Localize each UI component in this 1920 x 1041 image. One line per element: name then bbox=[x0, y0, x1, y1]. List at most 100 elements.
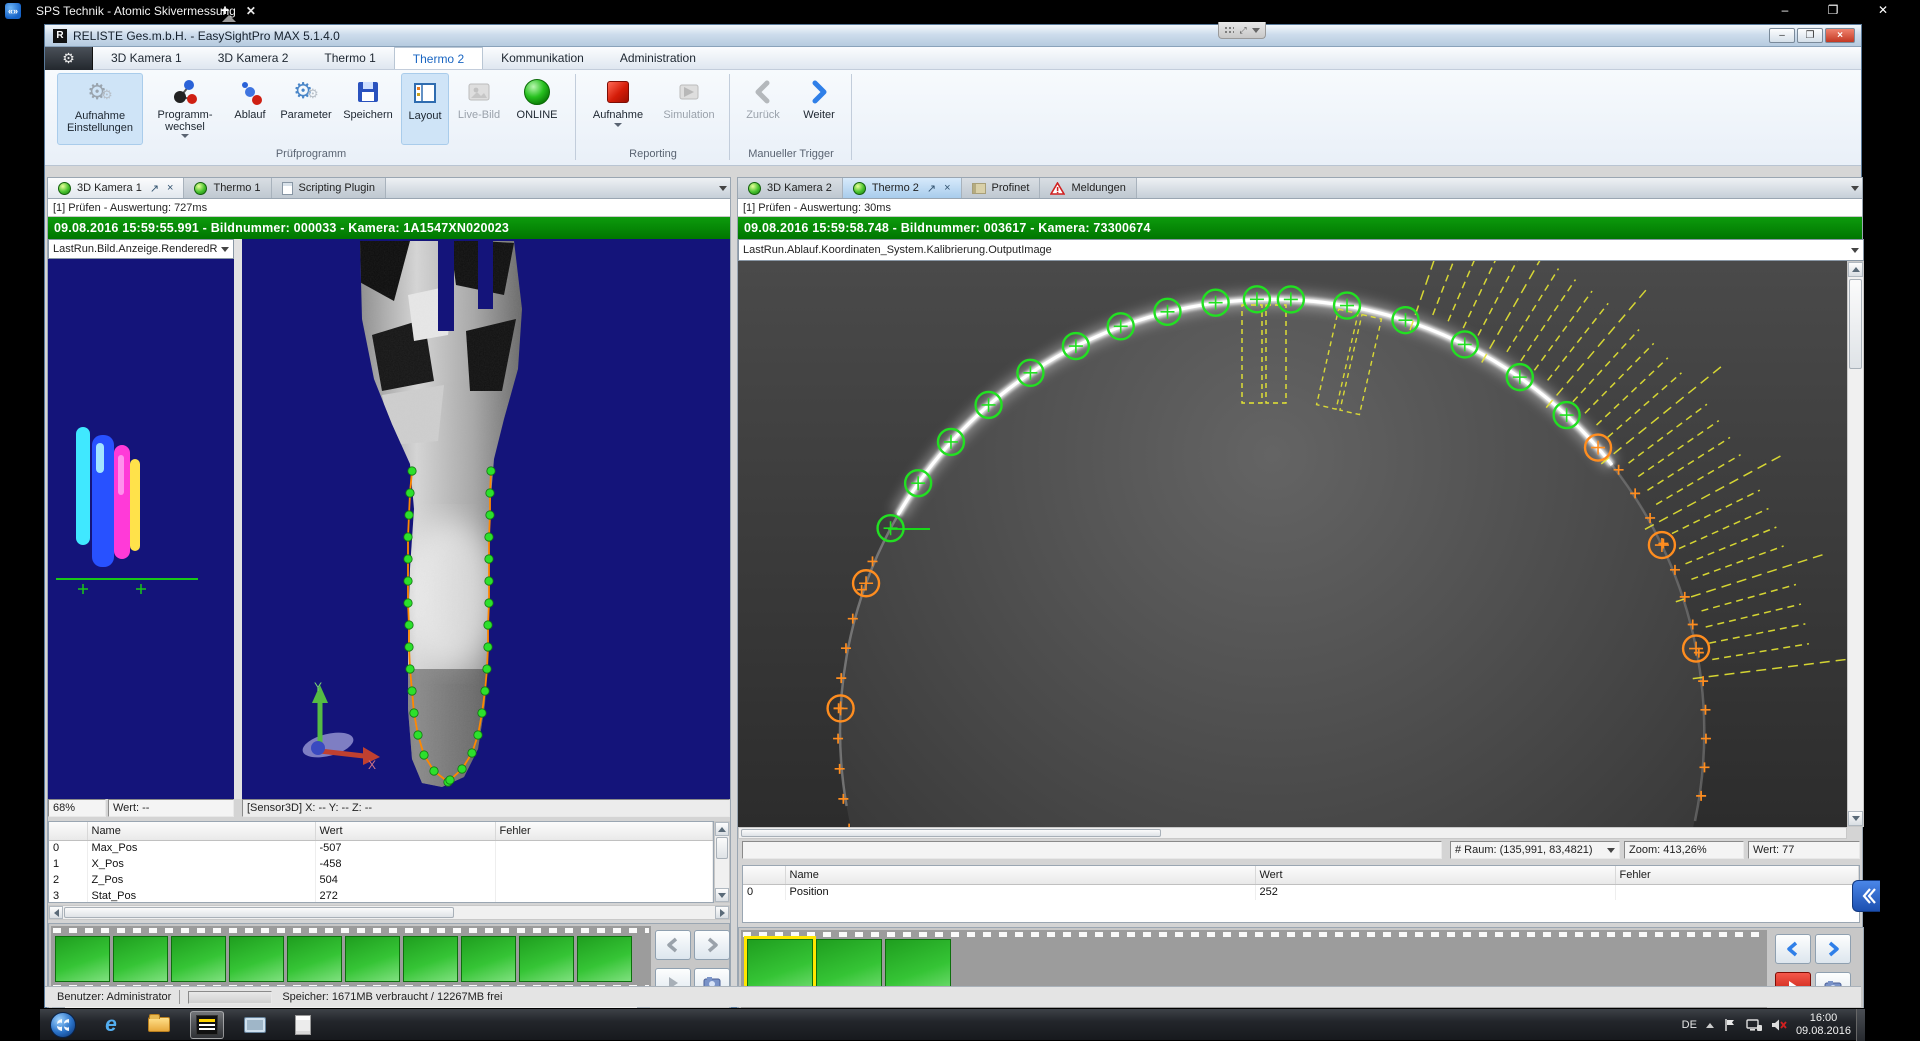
raum-coordinates[interactable]: # Raum: (135,991, 83,4821) bbox=[1450, 841, 1620, 859]
filmstrip-thumbnail[interactable] bbox=[577, 936, 632, 982]
tab-meldungen[interactable]: Meldungen bbox=[1040, 178, 1136, 198]
menu-tab-3d-kamera-1[interactable]: 3D Kamera 1 bbox=[93, 47, 200, 69]
right-prev-image-button[interactable] bbox=[1775, 934, 1811, 964]
parameter-button[interactable]: ⚙⚙ Parameter bbox=[277, 73, 335, 145]
memory-status: Speicher: 1671MB verbraucht / 12267MB fr… bbox=[282, 991, 502, 1003]
aufnahme-einstellungen-button[interactable]: ⚙⚙ Aufnahme Einstellungen bbox=[57, 73, 143, 145]
teamviewer-sidebar-handle[interactable] bbox=[1852, 880, 1880, 912]
tab-3d-kamera-2[interactable]: 3D Kamera 2 bbox=[738, 178, 843, 198]
filmstrip-thumbnail[interactable] bbox=[229, 936, 284, 982]
programmwechsel-button[interactable]: Programm- wechsel bbox=[149, 73, 221, 145]
session-tab-close-icon[interactable]: ✕ bbox=[246, 4, 256, 18]
chevron-down-icon bbox=[1252, 28, 1260, 33]
session-tab-title: SPS Technik - Atomic Skivermessung bbox=[36, 4, 236, 18]
table-row[interactable]: 0Max_Pos-507 bbox=[49, 840, 713, 856]
ribbon: ⚙⚙ Aufnahme Einstellungen Programm- wech… bbox=[45, 70, 1861, 166]
expand-icon[interactable]: ↗ bbox=[150, 182, 159, 195]
filmstrip-thumbnail[interactable] bbox=[345, 936, 400, 982]
ribbon-separator bbox=[729, 74, 730, 160]
dropdown-caret-icon bbox=[614, 123, 622, 127]
menu-tab-administration[interactable]: Administration bbox=[602, 47, 714, 69]
left-table-vscrollbar[interactable] bbox=[714, 821, 730, 903]
filmstrip-thumbnail[interactable] bbox=[171, 936, 226, 982]
table-row[interactable]: 1X_Pos-458 bbox=[49, 856, 713, 872]
file-explorer-icon[interactable] bbox=[142, 1011, 176, 1039]
table-row[interactable]: 0Position252 bbox=[743, 884, 1859, 900]
language-indicator[interactable]: DE bbox=[1682, 1019, 1697, 1031]
app-restore-button[interactable]: ❐ bbox=[1797, 28, 1823, 43]
tray-expand-icon[interactable] bbox=[1706, 1023, 1714, 1028]
zurueck-button[interactable]: Zurück bbox=[737, 73, 789, 145]
back-chevron-icon bbox=[751, 77, 775, 107]
app-window-icon[interactable] bbox=[238, 1011, 272, 1039]
menu-tab-kommunikation[interactable]: Kommunikation bbox=[483, 47, 602, 69]
tab-scripting-plugin[interactable]: Scripting Plugin bbox=[272, 178, 386, 198]
taskbar-clock[interactable]: 16:00 09.08.2016 bbox=[1796, 1012, 1851, 1038]
left-next-image-button[interactable] bbox=[694, 930, 730, 960]
filmstrip-thumbnail[interactable] bbox=[461, 936, 516, 982]
easysightpro-taskbar-button[interactable] bbox=[190, 1011, 224, 1039]
panel-splitter[interactable] bbox=[234, 239, 242, 799]
tab-list-dropdown[interactable] bbox=[712, 178, 730, 198]
menu-tab-thermo-2[interactable]: Thermo 2 bbox=[394, 47, 483, 69]
thermo-image-canvas[interactable] bbox=[738, 261, 1847, 827]
tab-3d-kamera-1[interactable]: 3D Kamera 1 ↗ × bbox=[48, 178, 184, 198]
left-results-table: NameWertFehler 0Max_Pos-5071X_Pos-4582Z_… bbox=[48, 821, 714, 903]
tab-thermo-2[interactable]: Thermo 2 ↗ × bbox=[843, 178, 962, 198]
ablauf-button[interactable]: Ablauf bbox=[227, 73, 273, 145]
expand-icon[interactable]: ↗ bbox=[927, 182, 936, 195]
aufnahme-button[interactable]: Aufnahme bbox=[585, 73, 651, 145]
menu-tab-3d-kamera-2[interactable]: 3D Kamera 2 bbox=[200, 47, 307, 69]
network-icon[interactable] bbox=[1746, 1018, 1762, 1032]
menu-tab-thermo-1[interactable]: Thermo 1 bbox=[306, 47, 393, 69]
online-button[interactable]: ONLINE bbox=[509, 73, 565, 145]
left-zoom-value: 68% bbox=[48, 799, 106, 817]
left-image-source-dropdown[interactable]: LastRun.Bild.Anzeige.RenderedRecord bbox=[48, 239, 234, 259]
start-button[interactable] bbox=[46, 1011, 80, 1039]
left-prev-image-button[interactable] bbox=[655, 930, 691, 960]
settings-gear-button[interactable]: ⚙ bbox=[45, 47, 93, 70]
camera-icon bbox=[748, 182, 761, 195]
left-table-hscrollbar[interactable] bbox=[48, 905, 730, 920]
layout-button[interactable]: Layout bbox=[401, 73, 449, 145]
table-row[interactable]: 2Z_Pos504 bbox=[49, 872, 713, 888]
right-image-hscrollbar[interactable] bbox=[738, 827, 1847, 839]
livebild-button[interactable]: Live-Bild bbox=[453, 73, 505, 145]
close-icon[interactable]: × bbox=[167, 182, 173, 194]
thermal-preview-canvas[interactable] bbox=[48, 259, 234, 799]
right-next-image-button[interactable] bbox=[1815, 934, 1851, 964]
easysightpro-window: R RELISTE Ges.m.b.H. - EasySightPro MAX … bbox=[44, 24, 1862, 1008]
tab-list-dropdown[interactable] bbox=[1844, 178, 1862, 198]
right-image-source-dropdown[interactable]: LastRun.Ablauf.Koordinaten_System.Kalibr… bbox=[738, 239, 1864, 261]
weiter-button[interactable]: Weiter bbox=[793, 73, 845, 145]
teamviewer-grip[interactable]: ⤢ bbox=[1218, 22, 1266, 39]
internet-explorer-icon[interactable]: e bbox=[94, 1011, 128, 1039]
speichern-button[interactable]: Speichern bbox=[339, 73, 397, 145]
tv-minimize-button[interactable]: – bbox=[1768, 2, 1802, 20]
floppy-disk-icon bbox=[356, 77, 380, 107]
close-icon[interactable]: × bbox=[944, 182, 950, 194]
show-desktop-button[interactable] bbox=[1856, 1009, 1865, 1041]
filmstrip-thumbnail[interactable] bbox=[113, 936, 168, 982]
app-close-button[interactable]: × bbox=[1825, 28, 1855, 43]
table-header-row: NameWertFehler bbox=[743, 866, 1859, 884]
teamviewer-titlebar: «» SPS Technik - Atomic Skivermessung ✕ … bbox=[0, 0, 1920, 22]
simulation-button[interactable]: Simulation bbox=[657, 73, 721, 145]
filmstrip-thumbnail[interactable] bbox=[519, 936, 574, 982]
table-header-row: NameWertFehler bbox=[49, 822, 713, 840]
filmstrip-thumbnail[interactable] bbox=[287, 936, 342, 982]
right-image-vscrollbar[interactable] bbox=[1847, 261, 1864, 827]
table-row[interactable]: 3Stat_Pos272 bbox=[49, 888, 713, 903]
app-titlebar[interactable]: R RELISTE Ges.m.b.H. - EasySightPro MAX … bbox=[45, 25, 1861, 47]
notepad-icon[interactable] bbox=[286, 1011, 320, 1039]
sensor3d-canvas[interactable]: Y X bbox=[242, 239, 730, 799]
action-center-flag-icon[interactable] bbox=[1723, 1018, 1737, 1032]
tab-profinet[interactable]: Profinet bbox=[962, 178, 1041, 198]
filmstrip-thumbnail[interactable] bbox=[403, 936, 458, 982]
tab-thermo-1[interactable]: Thermo 1 bbox=[184, 178, 271, 198]
filmstrip-thumbnail[interactable] bbox=[55, 936, 110, 982]
app-minimize-button[interactable]: – bbox=[1769, 28, 1795, 43]
tv-maximize-button[interactable]: ❐ bbox=[1816, 2, 1850, 20]
volume-muted-icon[interactable] bbox=[1771, 1018, 1787, 1032]
tv-close-button[interactable]: ✕ bbox=[1866, 2, 1900, 20]
